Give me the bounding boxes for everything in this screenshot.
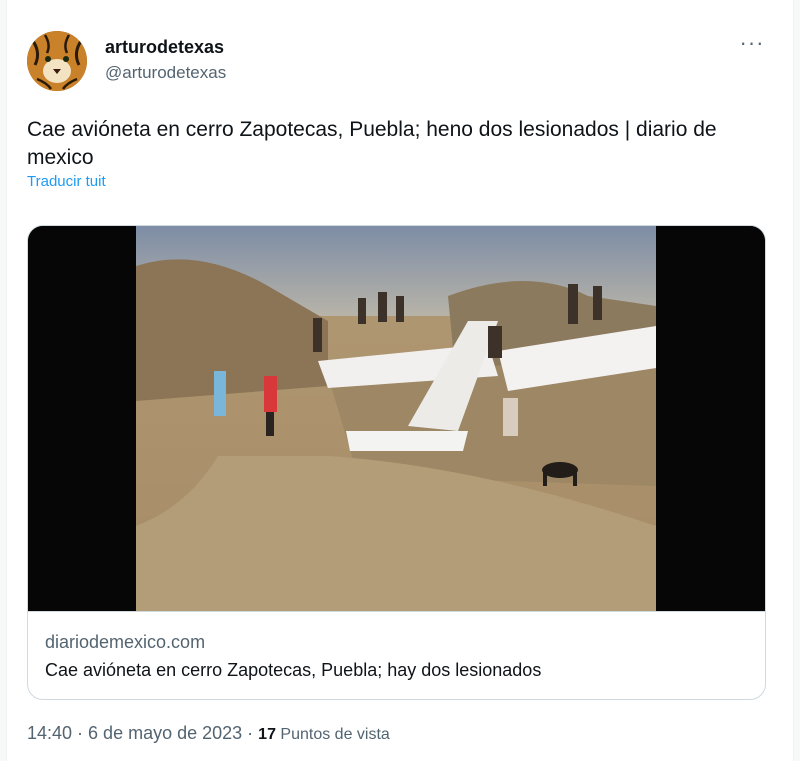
author-handle[interactable]: @arturodetexas [105, 63, 226, 83]
translate-tweet-link[interactable]: Traducir tuit [27, 173, 106, 190]
avatar[interactable] [27, 31, 87, 91]
tweet-date[interactable]: 6 de mayo de 2023 [88, 723, 242, 743]
views-label[interactable]: Puntos de vista [276, 726, 389, 743]
tiger-avatar-icon [27, 31, 87, 91]
tweet-footer: 14:40 · 6 de mayo de 2023 · 17 Puntos de… [27, 723, 390, 744]
tweet-time[interactable]: 14:40 [27, 723, 72, 743]
link-card[interactable]: diariodemexico.com Cae avióneta en cerro… [27, 225, 766, 700]
more-horizontal-icon: ··· [739, 30, 765, 55]
footer-separator: · [72, 723, 89, 743]
tweet-text: Cae avióneta en cerro Zapotecas, Puebla;… [27, 118, 717, 169]
tweet-container: arturodetexas @arturodetexas ··· Cae avi… [0, 0, 800, 761]
author-display-name[interactable]: arturodetexas [105, 37, 224, 58]
footer-separator: · [242, 723, 259, 743]
link-card-image[interactable] [28, 226, 765, 611]
timeline-left-edge [0, 0, 7, 761]
crashed-plane-photo [28, 226, 765, 611]
link-card-meta [28, 611, 765, 699]
views-count[interactable]: 17 [258, 726, 276, 743]
more-options-button[interactable]: ··· [735, 32, 769, 60]
timeline-right-edge [793, 0, 800, 761]
link-card-title: Cae avióneta en cerro Zapotecas, Puebla;… [45, 660, 542, 680]
link-card-domain: diariodemexico.com [45, 632, 206, 652]
